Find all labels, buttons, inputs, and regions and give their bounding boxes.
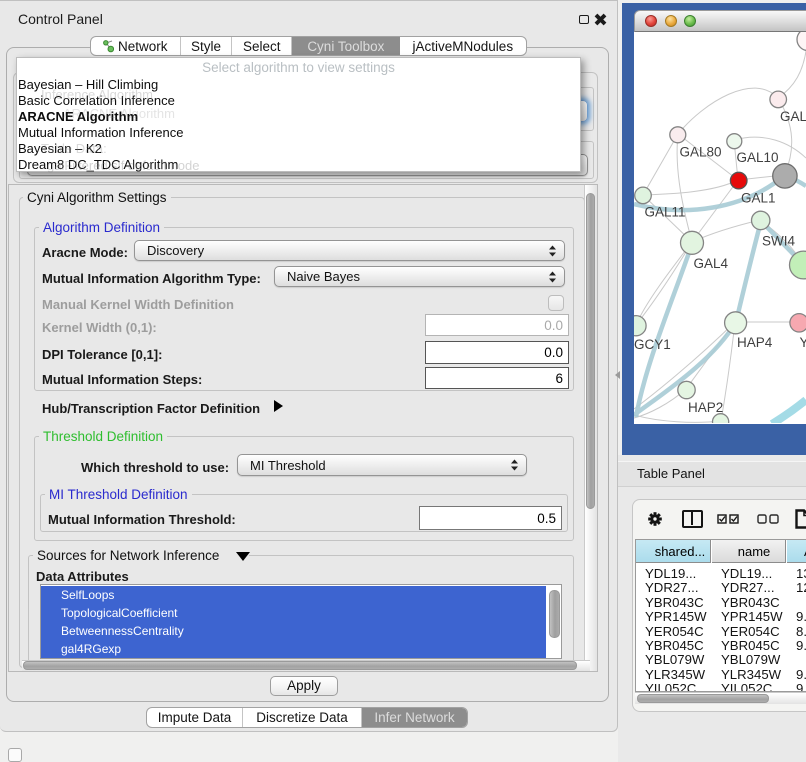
- svg-text:HAP2: HAP2: [688, 400, 723, 415]
- svg-text:GAL10: GAL10: [737, 150, 779, 165]
- svg-text:HAP4: HAP4: [737, 335, 773, 350]
- svg-text:GAL1: GAL1: [741, 191, 776, 206]
- svg-text:GAL80: GAL80: [680, 145, 722, 160]
- svg-text:GAL4: GAL4: [694, 256, 729, 271]
- svg-text:GAL: GAL: [780, 109, 806, 124]
- svg-text:SWI4: SWI4: [762, 234, 795, 249]
- svg-text:GCY1: GCY1: [634, 337, 671, 352]
- svg-text:Y: Y: [800, 335, 806, 350]
- svg-text:GAL11: GAL11: [645, 205, 686, 220]
